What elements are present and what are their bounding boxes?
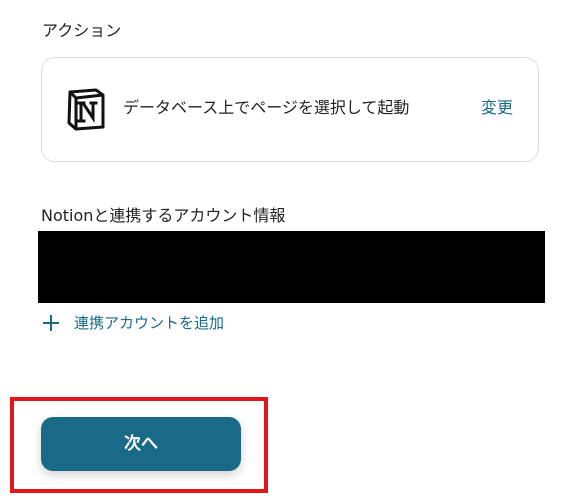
plus-icon (42, 314, 60, 332)
next-button[interactable]: 次へ (41, 417, 241, 471)
add-account-label: 連携アカウントを追加 (74, 314, 225, 332)
action-card: データベース上でページを選択して起動 変更 (41, 57, 539, 162)
action-section-label: アクション (42, 21, 122, 40)
account-info-label: Notionと連携するアカウント情報 (41, 206, 286, 225)
redacted-account-info (38, 231, 545, 303)
change-link[interactable]: 変更 (481, 97, 513, 119)
action-description: データベース上でページを選択して起動 (123, 98, 410, 117)
notion-logo-icon (66, 87, 106, 131)
add-account-button[interactable]: 連携アカウントを追加 (42, 312, 224, 334)
